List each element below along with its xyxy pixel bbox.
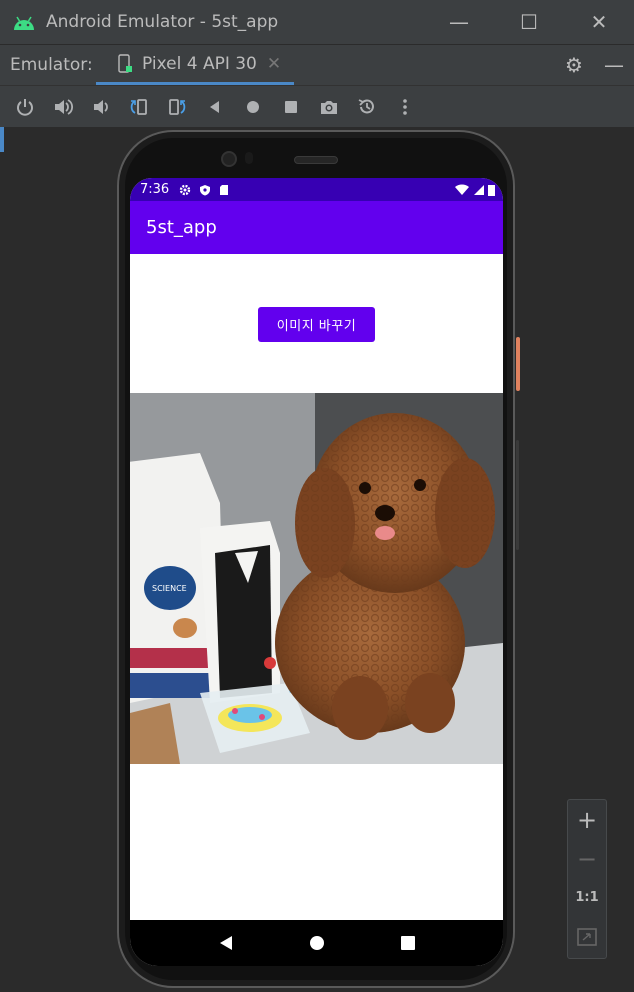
maximize-button[interactable]: ☐ (494, 0, 564, 44)
status-time: 7:36 (140, 182, 170, 197)
shield-status-icon (200, 184, 211, 195)
camera-icon (320, 100, 337, 114)
signal-status-icon (474, 184, 484, 195)
device-icon (118, 53, 132, 73)
overview-icon (284, 100, 297, 113)
nav-home-icon[interactable] (309, 935, 325, 951)
overview-button[interactable] (274, 92, 307, 122)
tab-bar: Emulator: Pixel 4 API 30 ✕ ⚙ — (0, 44, 634, 85)
volume-up-icon (54, 98, 73, 115)
svg-text:SCIENCE: SCIENCE (152, 584, 187, 593)
device-power-key[interactable] (516, 337, 520, 391)
power-icon (16, 98, 33, 116)
rotate-left-icon (130, 98, 147, 115)
hide-panel-icon[interactable]: — (594, 53, 634, 77)
rotate-left-button[interactable] (122, 92, 155, 122)
emulator-label: Emulator: (10, 55, 93, 75)
fit-screen-icon (577, 927, 597, 946)
settings-status-icon (180, 184, 191, 195)
nav-overview-icon[interactable] (400, 935, 416, 951)
screenshot-button[interactable] (312, 92, 345, 122)
volume-up-button[interactable] (46, 92, 79, 122)
device-volume-key[interactable] (516, 440, 519, 550)
zoom-out-button[interactable]: − (567, 839, 607, 878)
app-title: 5st_app (146, 217, 217, 238)
battery-status-icon (488, 184, 495, 196)
more-vertical-icon (402, 98, 407, 115)
panel-edge-indicator (0, 127, 4, 152)
emulator-toolbar (0, 85, 634, 127)
actual-size-button[interactable]: 1:1 (567, 878, 607, 917)
fit-screen-button[interactable] (567, 917, 607, 956)
android-logo-icon (14, 16, 34, 30)
tab-device-label: Pixel 4 API 30 (142, 53, 257, 74)
app-bar: 5st_app (130, 201, 503, 254)
back-icon (209, 100, 219, 113)
home-icon (246, 100, 259, 113)
front-camera (221, 151, 237, 167)
tab-close-icon[interactable]: ✕ (267, 54, 281, 74)
title-bar: Android Emulator - 5st_app — ☐ ✕ (0, 0, 634, 44)
window-title: Android Emulator - 5st_app (46, 12, 279, 32)
nav-bar (130, 920, 503, 966)
close-button[interactable]: ✕ (564, 0, 634, 44)
tab-pixel-4[interactable]: Pixel 4 API 30 ✕ (96, 45, 294, 85)
snapshot-icon (358, 98, 374, 113)
home-button[interactable] (236, 92, 269, 122)
more-button[interactable] (388, 92, 421, 122)
snapshot-button[interactable] (350, 92, 383, 122)
nav-back-icon[interactable] (218, 935, 234, 951)
rotate-right-icon (168, 98, 185, 115)
status-bar: 7:36 (130, 178, 503, 201)
settings-gear-icon[interactable]: ⚙ (554, 53, 594, 77)
dog-photo: SCIENCE (130, 393, 503, 764)
volume-down-icon (93, 99, 108, 114)
back-button[interactable] (198, 92, 231, 122)
emulator-window: Android Emulator - 5st_app — ☐ ✕ Emulato… (0, 0, 634, 992)
device-screen[interactable]: 7:36 5st_app 이미지 바꾸기 SCIENCE (130, 178, 503, 966)
wifi-status-icon (455, 183, 469, 195)
zoom-in-button[interactable]: + (567, 800, 607, 839)
power-button[interactable] (8, 92, 41, 122)
change-image-button[interactable]: 이미지 바꾸기 (258, 307, 375, 342)
earpiece-speaker (294, 156, 338, 164)
minimize-button[interactable]: — (424, 0, 494, 44)
front-sensor (245, 152, 253, 164)
volume-down-button[interactable] (84, 92, 117, 122)
rotate-right-button[interactable] (160, 92, 193, 122)
sd-card-status-icon (220, 184, 229, 195)
zoom-panel: + − 1:1 (567, 799, 607, 959)
